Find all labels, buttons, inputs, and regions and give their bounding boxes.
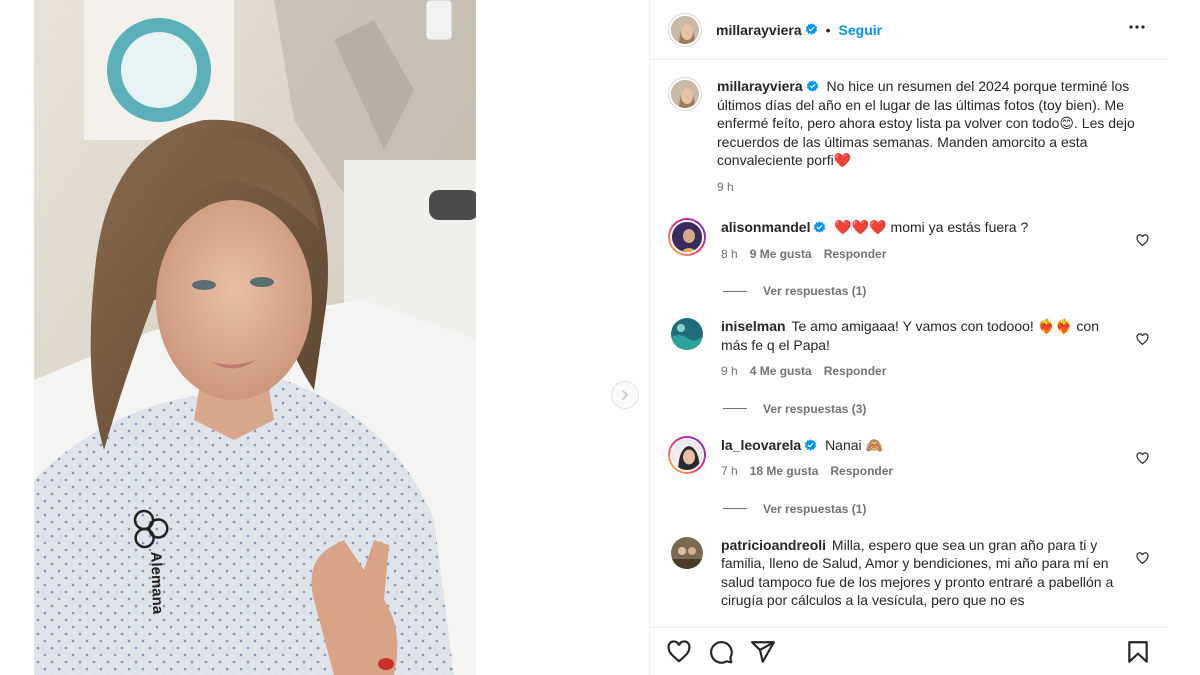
- heart-icon: [1136, 451, 1149, 464]
- verified-badge-icon: [814, 221, 826, 233]
- view-replies-button[interactable]: Ver respuestas (1): [723, 502, 1149, 516]
- gown-logo-text: Alemana: [147, 551, 166, 615]
- verified-badge-icon: [804, 438, 817, 451]
- reply-button[interactable]: Responder: [824, 245, 887, 264]
- chevron-right-icon: [622, 390, 628, 400]
- comment-like-button[interactable]: [1136, 333, 1149, 351]
- caption-username[interactable]: millarayviera: [717, 78, 803, 94]
- comments-list[interactable]: millarayviera No hice un resumen del 202…: [650, 61, 1167, 627]
- comment-avatar[interactable]: [670, 535, 704, 570]
- author-avatar[interactable]: [668, 12, 702, 47]
- caption-avatar[interactable]: [668, 77, 702, 111]
- reply-button[interactable]: Responder: [824, 362, 887, 381]
- comment-time: 9 h: [721, 364, 738, 378]
- heart-icon: [667, 639, 691, 663]
- comment-likes[interactable]: 18 Me gusta: [750, 462, 819, 481]
- comment-row: patricioandreoli Milla, espero que sea u…: [668, 535, 1149, 610]
- comment-likes[interactable]: 4 Me gusta: [750, 362, 812, 381]
- caption-time: 9 h: [717, 179, 734, 194]
- post-photo[interactable]: Alemana: [34, 0, 476, 675]
- comment-username[interactable]: patricioandreoli: [721, 537, 826, 553]
- comment-avatar[interactable]: [668, 435, 706, 474]
- comment-row: alisonmandel ❤️❤️❤️ momi ya estás fuera …: [668, 218, 1149, 263]
- comment-username[interactable]: iniselman: [721, 318, 786, 334]
- heart-icon: [1136, 551, 1149, 564]
- post-action-bar: [650, 627, 1167, 675]
- more-options-button[interactable]: [1125, 15, 1149, 44]
- comment-text: ❤️❤️❤️ momi ya estás fuera ?: [834, 219, 1029, 235]
- verified-badge-icon: [805, 23, 817, 35]
- like-button[interactable]: [666, 639, 692, 665]
- view-replies-button[interactable]: Ver respuestas (3): [723, 402, 1149, 416]
- save-button[interactable]: [1125, 639, 1151, 665]
- view-replies-label: Ver respuestas (1): [763, 284, 867, 298]
- comment-likes[interactable]: 9 Me gusta: [750, 245, 812, 264]
- author-username[interactable]: millarayviera: [716, 22, 802, 38]
- comment-text: Nanai 🙈: [825, 436, 883, 453]
- verified-badge-icon: [806, 80, 818, 92]
- view-replies-button[interactable]: Ver respuestas (1): [723, 284, 1149, 298]
- share-button[interactable]: [750, 639, 776, 665]
- post-details-panel: millarayviera • Seguir millarayviera No …: [649, 0, 1167, 675]
- replies-divider: [723, 290, 747, 292]
- comment-like-button[interactable]: [1136, 234, 1149, 252]
- more-options-icon: [1129, 25, 1145, 29]
- comment-like-button[interactable]: [1136, 551, 1149, 570]
- view-replies-label: Ver respuestas (1): [763, 501, 867, 516]
- heart-icon: [1136, 333, 1149, 346]
- comment-button[interactable]: [708, 639, 734, 665]
- comment-username[interactable]: la_leovarela: [721, 437, 801, 453]
- replies-divider: [723, 508, 747, 509]
- replies-divider: [723, 408, 747, 409]
- comment-icon: [710, 640, 733, 664]
- separator-dot: •: [825, 21, 831, 38]
- comment-time: 8 h: [721, 246, 738, 261]
- comment-row: iniselman Te amo amigaaa! Y vamos con to…: [668, 317, 1149, 381]
- comment-avatar[interactable]: [668, 218, 706, 256]
- comment-avatar[interactable]: [670, 317, 704, 351]
- post-header: millarayviera • Seguir: [650, 0, 1167, 60]
- follow-button[interactable]: Seguir: [839, 22, 883, 38]
- heart-icon: [1136, 234, 1149, 247]
- comment-time: 7 h: [721, 464, 738, 478]
- view-replies-label: Ver respuestas (3): [763, 401, 867, 416]
- comment-row: la_leovarela Nanai 🙈 7 h 18 Me gusta Res…: [668, 435, 1149, 481]
- post-caption: millarayviera No hice un resumen del 202…: [668, 77, 1149, 196]
- bookmark-icon: [1128, 640, 1148, 663]
- comment-username[interactable]: alisonmandel: [721, 219, 810, 235]
- share-icon: [751, 640, 775, 663]
- selfie-image: Alemana: [34, 0, 476, 675]
- comment-like-button[interactable]: [1136, 451, 1149, 470]
- carousel-next-button[interactable]: [611, 381, 639, 409]
- reply-button[interactable]: Responder: [830, 462, 893, 481]
